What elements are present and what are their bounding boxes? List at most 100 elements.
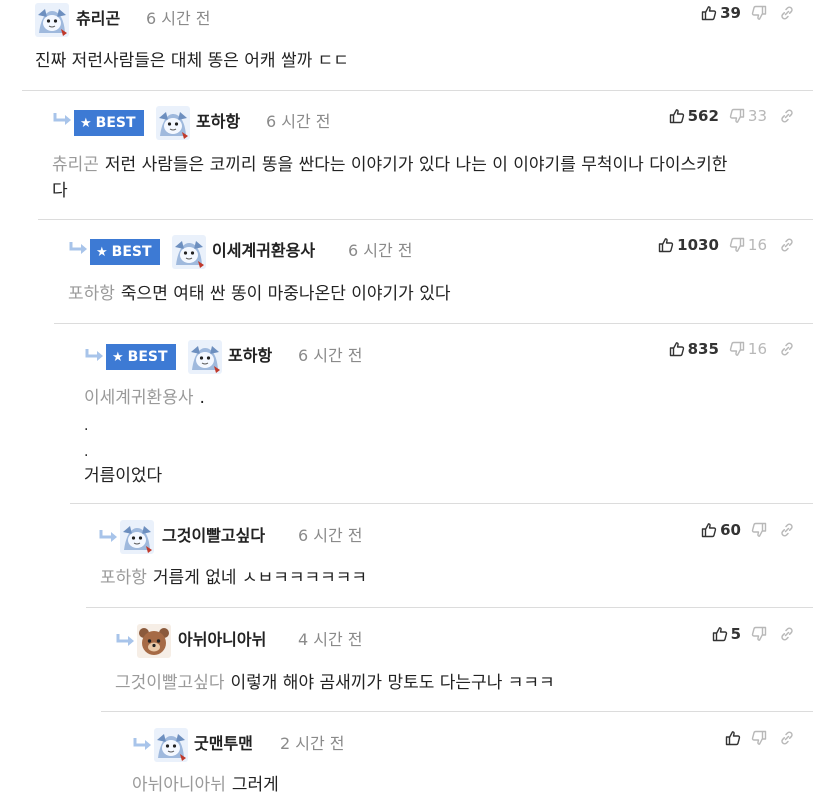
best-label: BEST: [95, 115, 136, 131]
comment-time: 6 시간 전: [266, 112, 331, 131]
comment-body-line: 거름이었다: [84, 466, 163, 486]
thumbs-down-icon: [751, 5, 767, 21]
upvote-button[interactable]: [725, 730, 741, 746]
comment-text: 죽으면 여태 싼 똥이 마중나온단 이야기가 있다: [120, 284, 451, 304]
reply-arrow-icon: [68, 241, 88, 255]
comment-body: 츄리곤 저런 사람들은 코끼리 똥을 싼다는 이야기가 있다 나는 이 이야기를 …: [52, 151, 727, 179]
permalink-button[interactable]: [779, 5, 795, 21]
downvote-count: 33: [747, 107, 767, 125]
comment-author[interactable]: 이세계귀환용사: [212, 241, 315, 261]
comment-time: 6 시간 전: [146, 9, 211, 28]
star-icon: ★: [96, 245, 108, 260]
upvote-button[interactable]: 1030: [658, 236, 719, 254]
mention-link[interactable]: 아뉘아니아뉘: [132, 775, 226, 795]
downvote-button[interactable]: [751, 522, 767, 538]
permalink-button[interactable]: [779, 108, 795, 124]
downvote-button[interactable]: 16: [729, 236, 767, 254]
thumbs-down-icon: [751, 730, 767, 746]
permalink-button[interactable]: [779, 341, 795, 357]
link-icon: [779, 237, 795, 253]
thumbs-down-icon: [751, 522, 767, 538]
star-icon: ★: [112, 350, 124, 365]
permalink-button[interactable]: [779, 522, 795, 538]
link-icon: [779, 341, 795, 357]
mention-link[interactable]: 그것이빨고싶다: [115, 673, 224, 693]
comment: ★ BEST 이세계귀환용사 6 시간 전 1030 16 포하항 죽으면 여태 싼…: [0, 220, 835, 324]
avatar[interactable]: [137, 624, 171, 658]
vote-bar: 5: [712, 624, 795, 644]
comment-author[interactable]: 굿맨투맨: [194, 734, 253, 754]
vote-bar: 1030 16: [658, 235, 795, 255]
mention-link[interactable]: 포하항: [100, 568, 147, 588]
mention-link[interactable]: 포하항: [68, 284, 115, 304]
avatar[interactable]: [35, 3, 69, 37]
reply-arrow-icon: [84, 348, 104, 362]
avatar-icon: [137, 624, 171, 658]
mention-link[interactable]: 츄리곤: [52, 155, 99, 175]
upvote-button[interactable]: 835: [669, 340, 719, 358]
avatar[interactable]: [154, 728, 188, 762]
comment-author[interactable]: 그것이빨고싶다: [162, 526, 265, 546]
downvote-button[interactable]: 33: [729, 107, 767, 125]
downvote-button[interactable]: [751, 5, 767, 21]
comment-body: 포하항 죽으면 여태 싼 똥이 마중나온단 이야기가 있다: [68, 280, 451, 308]
best-badge: ★ BEST: [106, 344, 176, 370]
star-icon: ★: [80, 116, 92, 131]
comment: 츄리곤 6 시간 전 39 진짜 저런사람들은 대체 똥은 어캐 쌀까 ㄷㄷ: [0, 0, 835, 90]
upvote-count: 60: [720, 521, 741, 539]
comment-body: 이세계귀환용사.: [84, 384, 205, 412]
permalink-button[interactable]: [779, 730, 795, 746]
permalink-button[interactable]: [779, 237, 795, 253]
comment-author[interactable]: 포하항: [228, 346, 272, 366]
comment-text: 거름게 없네 ㅅㅂㅋㅋㅋㅋㅋㅋ: [152, 568, 368, 588]
downvote-button[interactable]: [751, 626, 767, 642]
comment-author[interactable]: 츄리곤: [76, 9, 120, 29]
comment-author[interactable]: 아뉘아니아뉘: [178, 630, 266, 650]
comment-text: 저런 사람들은 코끼리 똥을 싼다는 이야기가 있다 나는 이 이야기를 무척이…: [104, 155, 728, 175]
thumbs-down-icon: [729, 237, 745, 253]
avatar-icon: [120, 520, 154, 554]
avatar-icon: [172, 235, 206, 269]
vote-bar: 562 33: [669, 106, 795, 126]
permalink-button[interactable]: [779, 626, 795, 642]
comment-body-line: .: [84, 418, 89, 434]
upvote-count: 39: [720, 4, 741, 22]
upvote-button[interactable]: 60: [701, 521, 741, 539]
link-icon: [779, 730, 795, 746]
avatar[interactable]: [120, 520, 154, 554]
comment-time: 6 시간 전: [348, 241, 413, 260]
link-icon: [779, 108, 795, 124]
thumbs-down-icon: [751, 626, 767, 642]
comment-author[interactable]: 포하항: [196, 112, 240, 132]
avatar[interactable]: [188, 340, 222, 374]
comment: 그것이빨고싶다 6 시간 전 60 포하항 거름게 없네 ㅅㅂㅋㅋㅋㅋㅋㅋ: [0, 504, 835, 607]
downvote-button[interactable]: 16: [729, 340, 767, 358]
comment: 아뉘아니아뉘 4 시간 전 5 그것이빨고싶다 이렇개 해야 곰새끼가 망토도 다…: [0, 608, 835, 712]
comment-time: 4 시간 전: [298, 630, 363, 649]
thumbs-up-icon: [701, 522, 717, 538]
downvote-count: 16: [747, 340, 767, 358]
comment-body: 아뉘아니아뉘 그러게: [132, 771, 279, 799]
comment-text: 이렇개 해야 곰새끼가 망토도 다는구나 ㅋㅋㅋ: [230, 673, 555, 693]
downvote-button[interactable]: [751, 730, 767, 746]
comment: ★ BEST 포하항 6 시간 전 562 33 츄리곤 저런 사람들은 코끼리 똥…: [0, 91, 835, 220]
comment-time: 6 시간 전: [298, 346, 363, 365]
avatar-icon: [188, 340, 222, 374]
reply-arrow-icon: [132, 737, 152, 751]
avatar[interactable]: [172, 235, 206, 269]
reply-arrow-icon: [98, 529, 118, 543]
thumbs-up-icon: [669, 341, 685, 357]
thumbs-up-icon: [658, 237, 674, 253]
reply-arrow-icon: [115, 633, 135, 647]
upvote-button[interactable]: 562: [669, 107, 719, 125]
mention-link[interactable]: 이세계귀환용사: [84, 388, 193, 408]
upvote-button[interactable]: 39: [701, 4, 741, 22]
link-icon: [779, 522, 795, 538]
link-icon: [779, 626, 795, 642]
upvote-button[interactable]: 5: [712, 625, 741, 643]
comment-body: 진짜 저런사람들은 대체 똥은 어캐 쌀까 ㄷㄷ: [35, 51, 349, 71]
avatar-icon: [156, 106, 190, 140]
thumbs-up-icon: [701, 5, 717, 21]
avatar[interactable]: [156, 106, 190, 140]
comment-time: 6 시간 전: [298, 526, 363, 545]
